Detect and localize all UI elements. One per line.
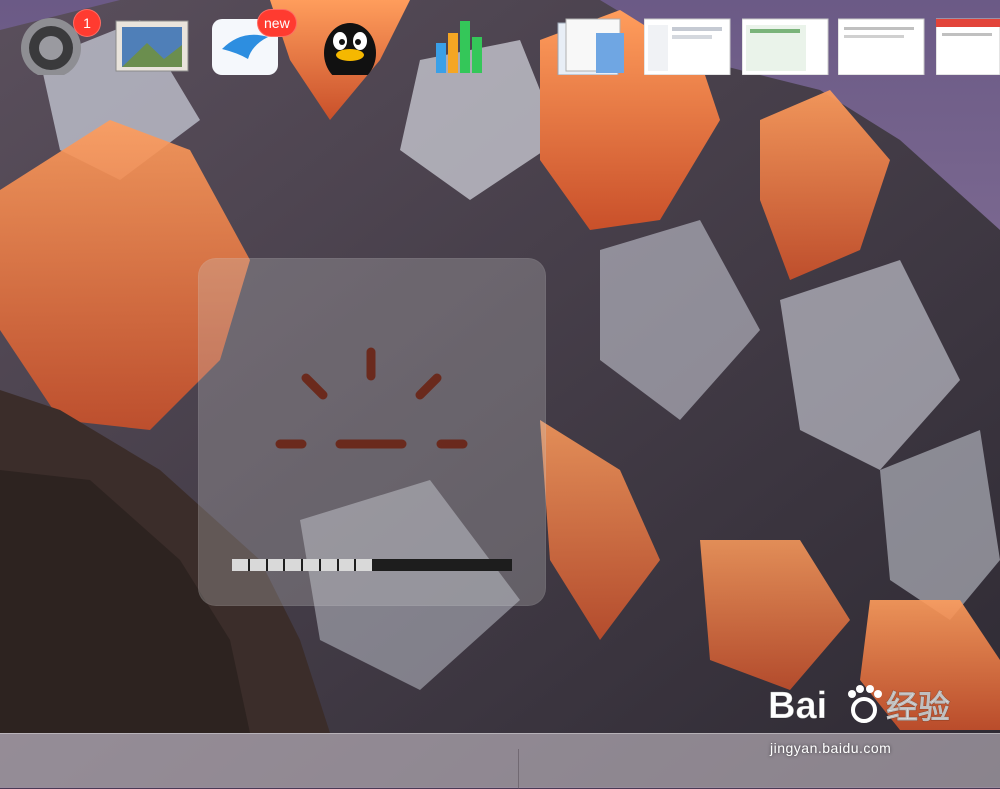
- baidu-jingyan-watermark: Bai 经验: [768, 685, 951, 728]
- window-thumbnail-icon: [741, 18, 829, 76]
- dock-item-system-preferences[interactable]: 1: [18, 9, 101, 78]
- backlight-level-segment: [320, 559, 337, 571]
- backlight-level-segment: [285, 559, 301, 571]
- window-thumbnail-icon: [935, 18, 1000, 76]
- watermark-url: jingyan.baidu.com: [770, 740, 892, 756]
- watermark-brand-cn: 经验: [886, 688, 950, 726]
- backlight-level-segment: [356, 559, 372, 571]
- penguin-icon: [324, 23, 376, 83]
- dock-item-preview[interactable]: [112, 15, 189, 75]
- dock-item-window-thumbnail-1[interactable]: [643, 15, 731, 76]
- backlight-level-bar: [232, 559, 512, 571]
- backlight-level-fill: [232, 559, 372, 571]
- photo-icon: [115, 20, 189, 72]
- paw-logo-icon: [848, 685, 882, 723]
- window-thumbnail-icon: [643, 18, 731, 76]
- new-badge: new: [257, 9, 297, 37]
- backlight-level-segment: [338, 559, 355, 571]
- keyboard-backlight-icon: [275, 347, 468, 449]
- window-thumbnail-icon: [837, 18, 925, 76]
- dock-item-window-thumbnail-3[interactable]: [837, 15, 925, 76]
- bar-chart-icon: [436, 21, 482, 73]
- dock-item-documents-stack[interactable]: [552, 15, 624, 76]
- dock-item-mail-app[interactable]: new: [212, 9, 297, 75]
- dock-item-window-thumbnail-2[interactable]: [741, 15, 829, 76]
- backlight-level-segment: [249, 559, 266, 571]
- dock-item-window-thumbnail-4[interactable]: [935, 15, 1000, 76]
- backlight-level-segment: [303, 559, 319, 571]
- backlight-level-segment: [267, 559, 284, 571]
- document-icon: [557, 18, 624, 76]
- dock-separator: [518, 749, 519, 789]
- notification-badge: 1: [73, 9, 101, 37]
- keyboard-backlight-hud: [198, 258, 546, 606]
- backlight-level-segment: [232, 559, 248, 571]
- dock-item-numbers[interactable]: [430, 15, 496, 75]
- dock-item-qq[interactable]: [318, 15, 384, 83]
- watermark-brand: Bai: [768, 685, 827, 727]
